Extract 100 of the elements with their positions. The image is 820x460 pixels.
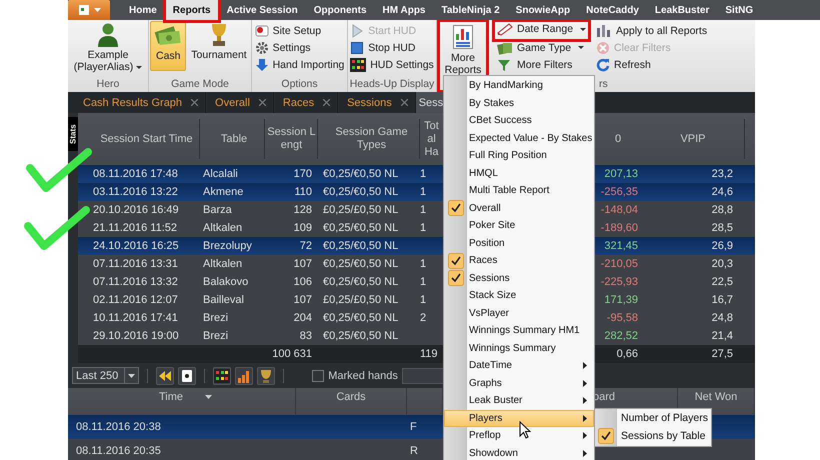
menu-item[interactable]: Overall [444, 200, 594, 217]
menu-item[interactable]: CBet Success [444, 112, 594, 130]
table-cell-text: 1 [420, 293, 428, 308]
table-cell-text: 24.10.2016 16:25 [92, 239, 180, 254]
table-cell-text: 2 [420, 311, 428, 326]
toolbar-button[interactable] [178, 366, 196, 384]
table-cell-text: 204 [292, 311, 313, 326]
menu-item[interactable]: Expected Value - By Stakes [444, 130, 594, 147]
ribbon-tab[interactable]: NoteCaddy [579, 0, 646, 20]
table-cell-text: 20.10.2016 16:49 [92, 203, 180, 218]
table-cell-text: F [409, 420, 418, 435]
app-menu-button[interactable] [68, 0, 110, 20]
menu-item[interactable]: Races [444, 252, 594, 270]
column-header[interactable]: 0 [595, 113, 641, 165]
column-header[interactable]: VPIP [641, 113, 745, 165]
menu-item[interactable]: DateTime [444, 357, 594, 374]
ribbon-button[interactable]: Hand Importing [252, 56, 346, 73]
table-cell-text: 08.11.2016 20:38 [75, 420, 162, 435]
table-cell: -148,04 [600, 204, 638, 216]
caret-icon [128, 374, 136, 378]
menu-item[interactable]: Position [444, 234, 594, 252]
table-cell-text: 23,2 [710, 167, 734, 182]
table-cell-text: 1 [420, 275, 428, 290]
ribbon-button[interactable]: Tournament [188, 21, 250, 63]
table-cell-text: 24,6 [710, 185, 734, 200]
table-cell-text: 16,7 [710, 293, 734, 308]
checkbox[interactable] [312, 370, 324, 382]
column-header[interactable]: Session Game Types [318, 113, 420, 165]
table-cell-text: Altkalen [202, 257, 244, 272]
table-cell-text: 107 [292, 257, 313, 272]
table-cell-text: 100 631 [271, 347, 313, 362]
column-header[interactable]: Session Start Time [78, 113, 200, 165]
stop-icon [350, 40, 364, 54]
ribbon-button[interactable]: Example (PlayerAlias) [69, 21, 147, 75]
ribbon-button[interactable]: More Filters [495, 56, 574, 73]
ribbon-button[interactable]: Cash [150, 21, 186, 71]
group-label: Hero [96, 78, 120, 92]
ribbon-button[interactable]: Site Setup [252, 22, 324, 39]
cursor-icon [519, 421, 531, 439]
ribbon-tab[interactable]: Active Session [220, 0, 305, 20]
money-icon [154, 24, 182, 48]
menu-item[interactable]: HMQL [444, 164, 594, 182]
group-label: rs [599, 78, 608, 92]
table-cell-text: 110 [293, 185, 313, 200]
ribbon-button[interactable]: HUD Settings [348, 56, 436, 73]
range-dropdown[interactable]: Last 250 [72, 367, 140, 384]
menu-item[interactable]: Showdown [444, 444, 594, 460]
ribbon-button[interactable]: Apply to all Reports [594, 22, 710, 39]
table-cell-text: €0,25/€0,50 NL [322, 257, 400, 272]
person-icon [97, 23, 119, 47]
ribbon-button[interactable]: Settings [252, 39, 313, 56]
toolbar-button[interactable] [156, 366, 174, 384]
table-cell-text: 29.10.2016 19:00 [92, 329, 180, 344]
table-cell-text: 106 [292, 275, 313, 290]
menu-item[interactable]: Poker Site [444, 217, 594, 234]
menu-item[interactable]: Leak Buster [444, 392, 594, 410]
table-cell-text: R [409, 444, 419, 459]
table-cell-text: 20,3 [710, 257, 734, 272]
ribbon-tab[interactable]: Home [122, 0, 164, 20]
column-header[interactable]: Table [200, 113, 265, 165]
table-cell: -210,05 [600, 258, 638, 270]
column-header[interactable]: Total Ha [420, 113, 443, 165]
table-cell-text: 1 [420, 185, 428, 200]
table-cell-text: 1 [420, 221, 428, 236]
table-cell-text: 07.11.2016 13:32 [92, 275, 179, 290]
table-cell-text: 03.11.2016 13:22 [92, 185, 179, 200]
group-label: Heads-Up Display [350, 78, 434, 92]
table-cell-text: 21.11.2016 11:52 [92, 221, 178, 236]
ribbon-tab[interactable]: LeakBuster [648, 0, 716, 20]
table-cell-text: 08.11.2016 20:35 [75, 444, 162, 459]
ribbon-tab[interactable]: Opponents [306, 0, 374, 20]
table-cell-text: 07.11.2016 13:31 [92, 257, 179, 272]
table-cell-text: 02.11.2016 12:07 [92, 293, 179, 308]
table-cell-text: £0,25/£0,50 NL [322, 293, 400, 308]
bars-icon [596, 24, 612, 38]
menu-item[interactable]: Players [444, 410, 594, 427]
table-cell-text: 119 [420, 347, 439, 362]
arrow-down-icon [254, 58, 269, 72]
column-header[interactable]: Session Lengt [265, 113, 318, 165]
play-icon [350, 24, 364, 38]
ribbon-button[interactable]: Stop HUD [348, 39, 418, 56]
ribbon-tab[interactable]: SitNG [718, 0, 760, 20]
ribbon-button[interactable]: Date Range [495, 22, 588, 36]
ribbon-tab[interactable]: TableNinja 2 [434, 0, 507, 20]
ribbon-button[interactable]: Refresh [594, 56, 653, 73]
table-cell-text: €0,25/€0,50 NL [322, 167, 400, 182]
menu-item[interactable]: Multi Table Report [444, 182, 594, 200]
ribbon-tab[interactable]: SnowieApp [508, 0, 578, 20]
table-cell-text: Brezolupy [202, 239, 253, 254]
menu-item[interactable]: Full Ring Position [444, 147, 594, 164]
ribbon-tab[interactable]: Reports [166, 0, 218, 20]
menu-item[interactable]: Graphs [444, 374, 594, 392]
ribbon-tab[interactable]: HM Apps [376, 0, 432, 20]
table-cell-text: 107 [292, 293, 313, 308]
table-cell-text: Brezi [202, 329, 230, 344]
table-cell-text: 26,9 [710, 239, 734, 254]
ribbon-button[interactable]: Game Type [495, 39, 586, 56]
toolbar-button[interactable] [213, 366, 232, 384]
table-cell-text: 08.11.2016 17:48 [92, 167, 179, 182]
side-tab[interactable]: Stats [68, 117, 78, 151]
